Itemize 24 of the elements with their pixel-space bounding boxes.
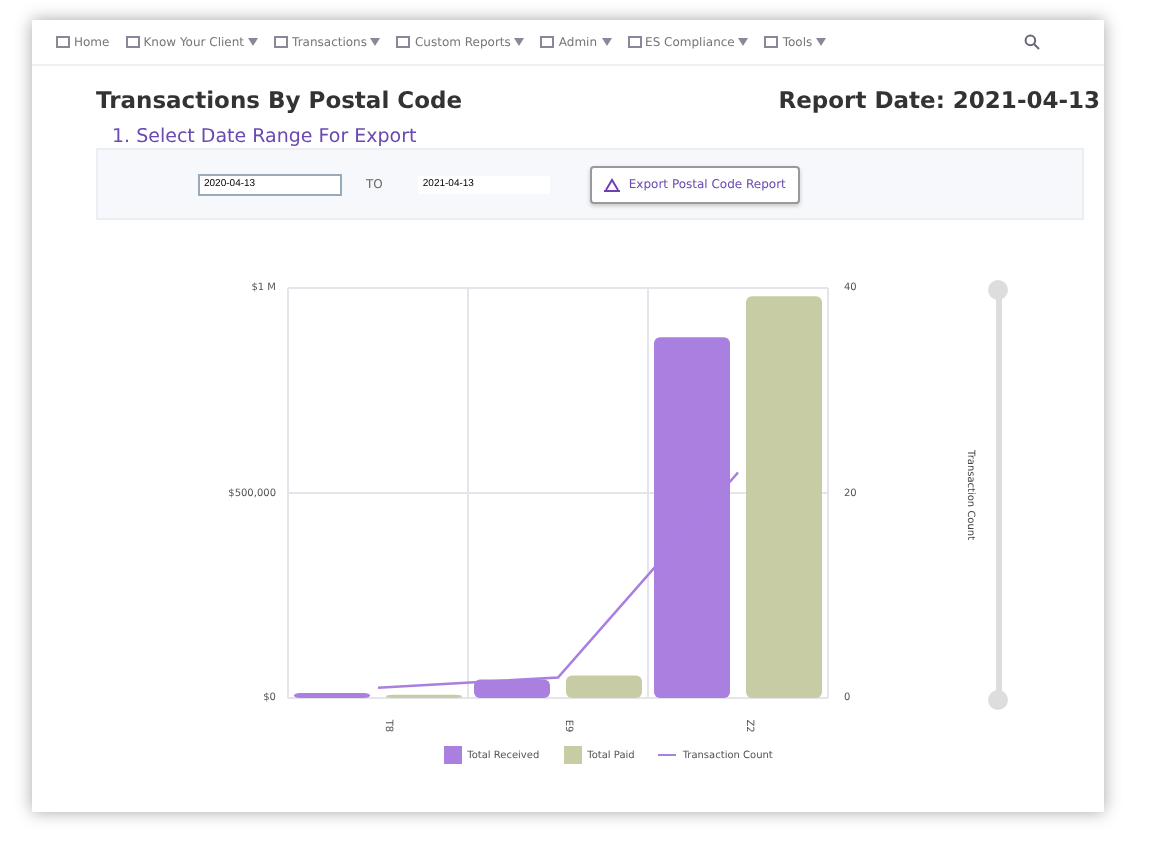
caret-icon[interactable] xyxy=(514,38,525,46)
legend-swatch xyxy=(443,746,462,764)
square-icon xyxy=(125,36,140,48)
report-date: Report Date: 2021-04-13 xyxy=(778,86,1100,114)
section-title: 1. Select Date Range For Export xyxy=(110,126,419,148)
square-icon xyxy=(627,36,642,48)
square-icon xyxy=(396,36,411,48)
search-icon[interactable] xyxy=(1024,34,1040,50)
legend-line-icon xyxy=(658,752,677,758)
square-icon xyxy=(764,36,779,48)
export-icon xyxy=(604,177,621,191)
caret-icon[interactable] xyxy=(248,38,259,46)
page-title: Transactions By Postal Code xyxy=(96,86,463,114)
bar xyxy=(294,693,370,698)
range-slider[interactable] xyxy=(988,280,1008,710)
caret-icon[interactable] xyxy=(738,38,749,46)
bar xyxy=(566,675,642,698)
caret-icon[interactable] xyxy=(370,38,381,46)
square-icon xyxy=(56,36,70,48)
caret-icon[interactable] xyxy=(601,38,612,46)
square-icon xyxy=(540,36,555,48)
legend-swatch xyxy=(563,746,582,764)
caret-icon[interactable] xyxy=(816,38,827,46)
square-icon xyxy=(274,36,289,48)
